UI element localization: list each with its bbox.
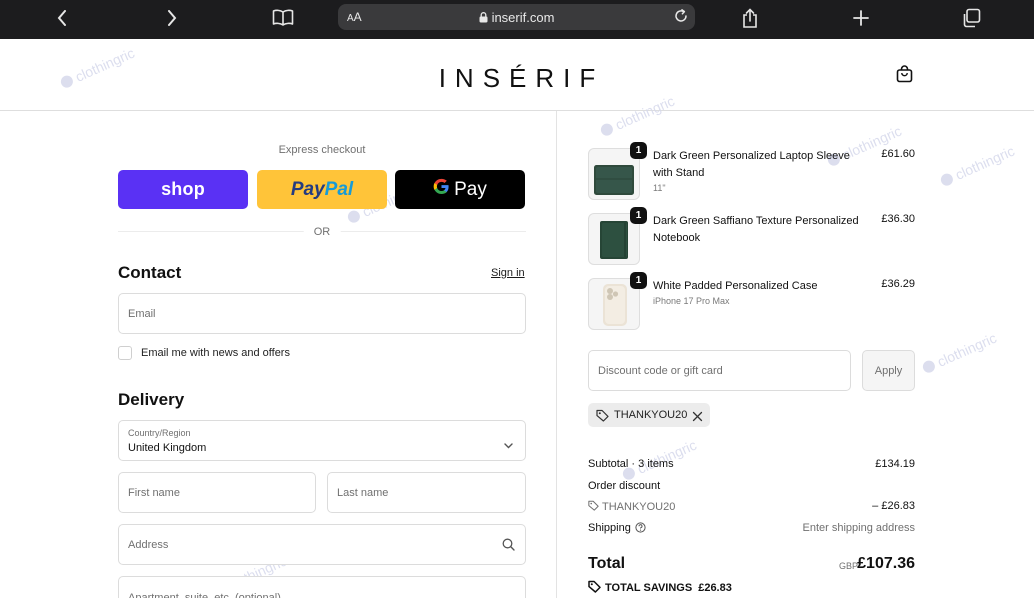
email-field[interactable] [118,293,526,334]
first-name-field[interactable] [118,472,316,513]
discount-input[interactable] [598,351,819,390]
browser-toolbar: AA inserif.com [0,0,1034,39]
shop-pay-button[interactable]: shop [118,170,248,209]
subtotal-label: Subtotal · 3 items [588,458,674,470]
shipping-label: Shipping [588,522,631,534]
apartment-field[interactable] [118,576,526,598]
newsletter-label: Email me with news and offers [141,347,290,359]
savings-tag-icon [588,580,601,593]
tag-icon [596,409,609,427]
remove-discount-icon[interactable] [692,409,703,427]
country-value: United Kingdom [128,442,207,454]
total-value: £107.36 [857,555,915,572]
search-icon[interactable] [502,538,515,556]
country-caption: Country/Region [128,428,191,438]
total-label: Total [588,555,626,572]
savings-label: TOTAL SAVINGS [605,582,693,594]
lock-icon [479,12,488,23]
or-divider: OR [118,226,526,238]
apartment-input[interactable] [128,577,494,598]
tag-icon [588,500,599,511]
applied-code: THANKYOU20 [614,409,688,421]
help-circle-icon[interactable] [631,522,646,534]
item-price: £36.29 [881,278,915,290]
shipping-row: Shipping Enter shipping address [588,522,915,534]
address-bar[interactable]: AA inserif.com [338,4,695,30]
product-thumbnail: 1 [588,142,647,200]
contact-heading: Contact [118,263,182,282]
item-price: £36.30 [881,213,915,225]
cart-item: 1 Dark Green Personalized Laptop Sleeve … [588,142,915,200]
reader-book-icon[interactable] [271,0,295,35]
paypal-button[interactable]: Pay Pal [257,170,387,209]
new-tab-plus-icon[interactable] [850,0,872,35]
item-name: Dark Green Saffiano Texture Personalized… [653,215,859,244]
total-savings: TOTAL SAVINGS £26.83 [588,580,732,594]
order-discount-label: Order discount [588,480,661,492]
item-name: White Padded Personalized Case [653,280,818,292]
last-name-input[interactable] [337,473,494,512]
last-name-field[interactable] [327,472,526,513]
sign-in-link[interactable]: Sign in [491,267,525,279]
subtotal-value: £134.19 [875,458,915,470]
savings-value: £26.83 [698,582,732,594]
watermark: clothingric [920,330,999,377]
share-icon[interactable] [739,0,761,35]
item-price: £61.60 [881,148,915,160]
shopping-bag-icon[interactable] [896,65,913,88]
item-name: Dark Green Personalized Laptop Sleeve wi… [653,150,850,179]
discount-value: – £26.83 [872,500,915,512]
email-input[interactable] [128,294,494,333]
store-header: INSÉRIF [0,39,1034,111]
country-select[interactable]: Country/Region United Kingdom [118,420,526,461]
column-divider [556,111,557,598]
cart-item: 1 White Padded Personalized Case iPhone … [588,272,915,330]
store-logo[interactable]: INSÉRIF [0,63,1034,94]
item-variant: 11" [653,183,666,193]
tabs-overview-icon[interactable] [960,0,982,35]
quantity-badge: 1 [630,207,647,224]
discount-code-row: THANKYOU20 – £26.83 [588,500,915,513]
item-variant: iPhone 17 Pro Max [653,296,730,306]
apply-discount-button[interactable]: Apply [862,350,915,391]
google-g-icon [433,178,450,201]
product-thumbnail: 1 [588,272,647,330]
back-icon[interactable] [52,0,72,35]
quantity-badge: 1 [630,142,647,159]
address-field[interactable] [118,524,526,565]
forward-icon[interactable] [162,0,182,35]
quantity-badge: 1 [630,272,647,289]
cart-item: 1 Dark Green Saffiano Texture Personaliz… [588,207,915,265]
chevron-down-icon [504,436,513,454]
watermark: clothingric [938,143,1017,190]
order-discount-row: Order discount [588,480,915,492]
express-checkout-label: Express checkout [278,144,366,156]
subtotal-row: Subtotal · 3 items £134.19 [588,458,915,470]
discount-field[interactable] [588,350,851,391]
address-input[interactable] [128,525,494,564]
shipping-value: Enter shipping address [802,522,915,534]
reload-icon[interactable] [673,8,689,29]
url-text: inserif.com [491,10,555,25]
discount-code-label: THANKYOU20 [602,501,676,513]
applied-discount-chip: THANKYOU20 [588,403,710,427]
product-thumbnail: 1 [588,207,647,265]
delivery-heading: Delivery [118,390,185,409]
newsletter-checkbox[interactable] [118,346,132,360]
google-pay-button[interactable]: Pay [395,170,525,209]
total-currency: GBP [839,561,859,571]
first-name-input[interactable] [128,473,284,512]
